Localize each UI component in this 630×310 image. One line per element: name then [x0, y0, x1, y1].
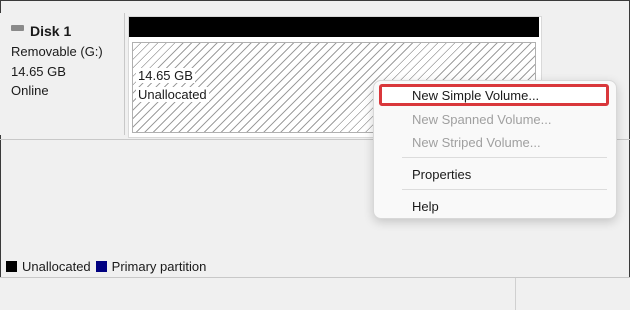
- disk-icon: [11, 25, 24, 31]
- menu-item-properties[interactable]: Properties: [412, 167, 471, 182]
- segment-size: 14.65 GB: [136, 68, 195, 83]
- menu-separator: [402, 189, 607, 190]
- disk-title: Disk 1: [11, 23, 71, 39]
- disk-type: Removable (G:): [11, 44, 103, 59]
- legend-label-unallocated: Unallocated: [22, 259, 91, 274]
- disk-status: Online: [11, 83, 49, 98]
- segment-state: Unallocated: [136, 87, 209, 102]
- legend-swatch-unallocated: [6, 261, 17, 272]
- disk-size: 14.65 GB: [11, 64, 66, 79]
- menu-item-new-spanned-volume[interactable]: New Spanned Volume...: [412, 112, 551, 127]
- disk-title-label: Disk 1: [30, 23, 72, 39]
- legend: Unallocated Primary partition: [6, 259, 211, 274]
- status-bar-divider: [515, 278, 516, 310]
- legend-label-primary: Primary partition: [111, 259, 207, 274]
- menu-separator: [402, 157, 607, 158]
- disk-info-panel[interactable]: Disk 1 Removable (G:) 14.65 GB Online: [0, 13, 125, 135]
- menu-item-help[interactable]: Help: [412, 199, 439, 214]
- legend-item-unallocated: Unallocated: [6, 259, 91, 274]
- menu-item-new-simple-volume[interactable]: New Simple Volume...: [412, 88, 539, 103]
- legend-item-primary: Primary partition: [95, 259, 207, 274]
- legend-swatch-primary: [95, 261, 107, 272]
- menu-item-new-striped-volume[interactable]: New Striped Volume...: [412, 135, 541, 150]
- status-bar: [0, 277, 630, 310]
- unallocated-color-bar: [129, 17, 539, 37]
- context-menu: New Simple Volume... New Spanned Volume.…: [373, 80, 617, 219]
